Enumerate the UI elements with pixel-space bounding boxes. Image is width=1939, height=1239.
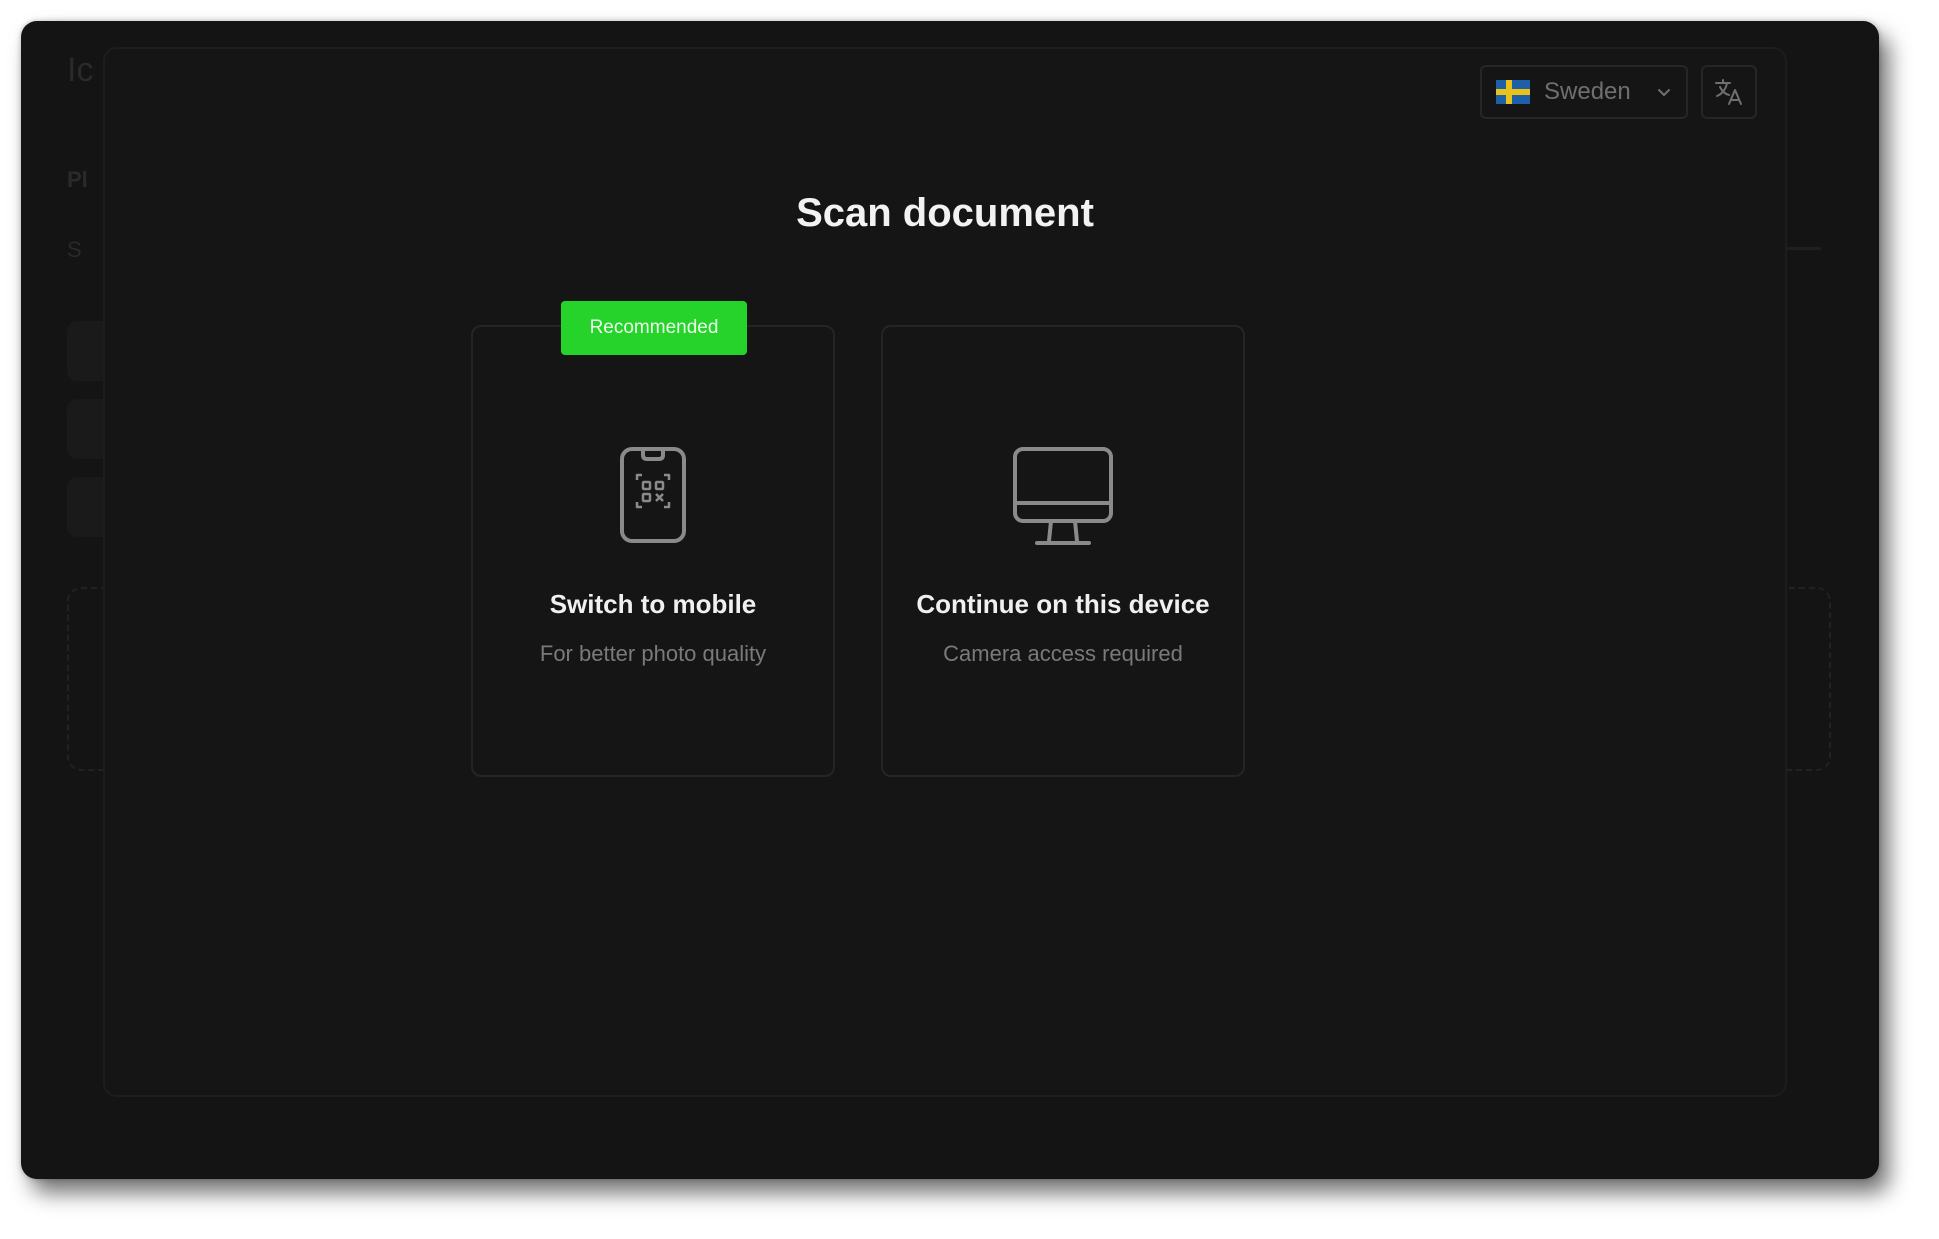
desktop-monitor-icon <box>1011 445 1115 549</box>
sweden-flag-icon <box>1496 80 1530 104</box>
background-heading: Ic <box>67 51 94 89</box>
translate-icon <box>1712 75 1746 109</box>
switch-to-mobile-option[interactable]: Recommended Switch to mobile For better … <box>471 301 835 777</box>
country-select[interactable]: Sweden <box>1480 65 1688 119</box>
country-select-value: Sweden <box>1544 78 1631 105</box>
background-divider <box>1781 247 1821 250</box>
background-label: S <box>67 237 82 262</box>
switch-to-mobile-title: Switch to mobile <box>549 589 757 619</box>
language-button[interactable] <box>1701 65 1757 119</box>
scan-document-modal: Sweden Scan document Recommended Switch … <box>103 47 1787 1097</box>
continue-on-device-option[interactable]: Continue on this device Camera access re… <box>881 325 1245 777</box>
switch-to-mobile-subtitle: For better photo quality <box>539 641 767 666</box>
background-label: Pl <box>67 167 88 192</box>
app-window: Ic Pl S Sweden Scan document Recommended… <box>21 21 1879 1179</box>
continue-on-device-subtitle: Camera access required <box>943 641 1183 666</box>
mobile-qr-icon <box>618 445 688 545</box>
continue-on-device-title: Continue on this device <box>916 589 1210 619</box>
modal-title: Scan document <box>796 191 1094 235</box>
chevron-down-icon <box>1656 84 1672 100</box>
recommended-badge: Recommended <box>561 301 747 355</box>
